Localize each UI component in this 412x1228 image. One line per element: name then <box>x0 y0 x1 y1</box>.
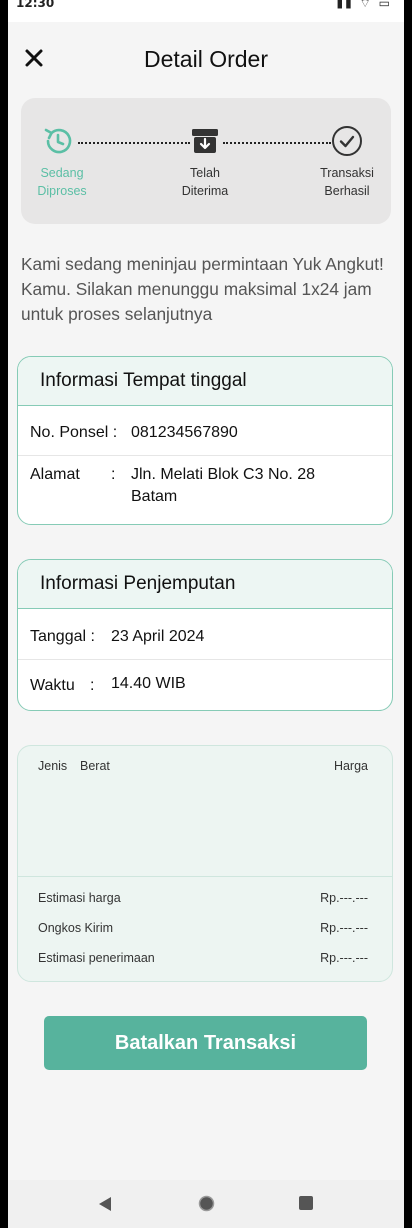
time-row: Waktu : 14.40 WIB <box>18 659 392 710</box>
summary-divider <box>18 876 392 877</box>
signal-icon: ▮▮ <box>336 0 354 10</box>
estimated-price-value: Rp.---.--- <box>320 891 368 905</box>
price-summary-card: Jenis Berat Harga Estimasi harga Rp.---.… <box>17 745 393 982</box>
time-colon: : <box>90 677 95 694</box>
page-title: Detail Order <box>144 46 268 72</box>
column-price-header: Harga <box>333 759 368 773</box>
screen: 12:30 ▮▮ ⌔ ▭ Detail Order Sedang Diprose… <box>8 0 404 1228</box>
step-label-line: Sedang <box>40 166 84 180</box>
step-label-received: Telah Diterima <box>165 164 245 200</box>
step-connector <box>223 142 331 144</box>
address-colon: : <box>111 466 116 483</box>
time-label: Waktu <box>30 677 75 694</box>
status-icons: ▮▮ ⌔ ▭ <box>337 0 393 11</box>
address-row: Alamat : Jln. Melati Blok C3 No. 28 Bata… <box>18 455 392 524</box>
progress-stepper <box>21 98 391 224</box>
history-clock-icon <box>44 128 72 154</box>
phone-label: No. Ponsel : <box>30 424 118 441</box>
step-label-line: Berhasil <box>324 184 370 198</box>
system-nav-bar <box>8 1180 404 1228</box>
check-circle-icon <box>332 126 362 156</box>
step-label-processing: Sedang Diproses <box>22 164 102 200</box>
date-value: 23 April 2024 <box>111 628 205 645</box>
home-nav-icon[interactable] <box>198 1195 215 1212</box>
review-notice: Kami sedang meninjau permintaan Yuk Angk… <box>21 254 384 324</box>
battery-icon: ▭ <box>378 0 392 10</box>
date-row: Tanggal : 23 April 2024 <box>18 609 392 659</box>
status-bar: 12:30 ▮▮ ⌔ ▭ <box>8 0 404 22</box>
address-label: Alamat <box>30 466 80 483</box>
shipping-cost-label: Ongkos Kirim <box>38 921 114 935</box>
address-line-1: Jln. Melati Blok C3 No. 28 <box>131 466 316 483</box>
recents-nav-icon[interactable] <box>299 1196 313 1210</box>
column-type-header: Jenis <box>38 759 68 773</box>
back-nav-icon[interactable] <box>98 1196 112 1212</box>
estimated-receipt-value: Rp.---.--- <box>320 951 368 965</box>
estimated-receipt-label: Estimasi penerimaan <box>38 951 155 965</box>
phone-value: 081234567890 <box>131 424 238 441</box>
step-connector <box>78 142 190 144</box>
step-label-success: Transaksi Berhasil <box>307 164 387 200</box>
pickup-info-card: Informasi Penjemputan Tanggal : 23 April… <box>17 559 393 711</box>
status-time: 12:30 <box>16 0 55 10</box>
date-label: Tanggal : <box>30 628 95 645</box>
app-bar: Detail Order <box>8 22 404 96</box>
address-line-2: Batam <box>131 488 178 505</box>
step-label-line: Diproses <box>37 184 87 198</box>
cancel-transaction-button[interactable]: Batalkan Transaksi <box>44 1016 367 1070</box>
phone-row: No. Ponsel : 081234567890 <box>18 406 392 455</box>
estimated-price-label: Estimasi harga <box>38 891 121 905</box>
shipping-cost-value: Rp.---.--- <box>320 921 368 935</box>
residence-card-title: Informasi Tempat tinggal <box>18 357 392 406</box>
column-weight-header: Berat <box>80 759 110 773</box>
step-label-line: Telah <box>190 166 220 180</box>
pickup-card-title: Informasi Penjemputan <box>18 560 392 609</box>
step-label-line: Diterima <box>181 184 229 198</box>
time-value: 14.40 WIB <box>111 675 186 692</box>
wifi-icon: ⌔ <box>359 0 373 10</box>
step-label-line: Transaksi <box>320 166 374 180</box>
archive-box-icon <box>192 129 218 153</box>
residence-info-card: Informasi Tempat tinggal No. Ponsel : 08… <box>17 356 393 525</box>
